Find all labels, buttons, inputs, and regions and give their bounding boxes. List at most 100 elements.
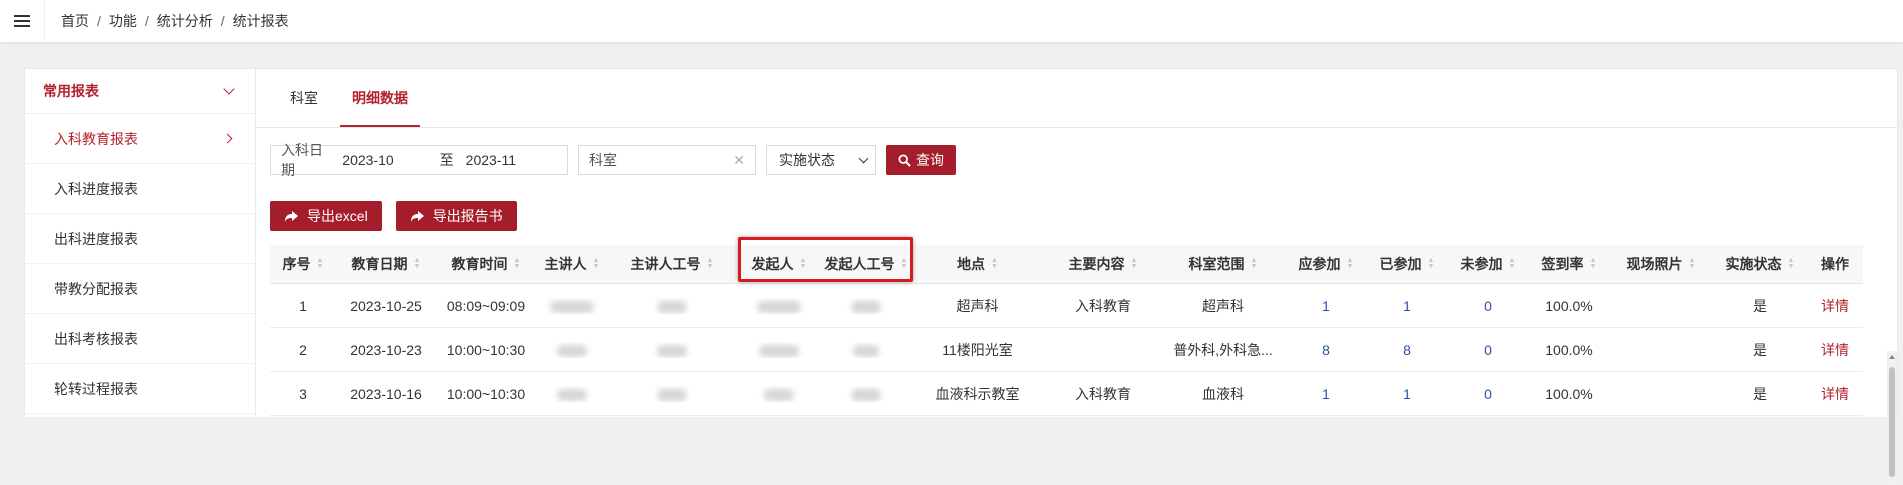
share-arrow-icon bbox=[410, 210, 424, 222]
sidebar-item-exit-progress[interactable]: 出科进度报表 bbox=[25, 214, 255, 264]
cell-date: 2023-10-23 bbox=[350, 341, 422, 358]
sort-icon: ▲ ▼ bbox=[1130, 257, 1138, 270]
cell-time: 10:00~10:30 bbox=[446, 341, 526, 358]
redacted-text bbox=[657, 344, 687, 357]
column-header-absent[interactable]: 未参加 ▲ ▼ bbox=[1447, 254, 1529, 274]
column-header-scope[interactable]: 科室范围 ▲ ▼ bbox=[1161, 254, 1285, 274]
redacted-text bbox=[853, 344, 879, 357]
date-to-value[interactable]: 2023-11 bbox=[466, 152, 557, 168]
cell-absent-link[interactable]: 0 bbox=[1447, 342, 1529, 358]
sort-icon: ▲ ▼ bbox=[316, 257, 324, 270]
date-to-separator: 至 bbox=[439, 152, 454, 168]
scroll-up-icon[interactable] bbox=[1889, 355, 1895, 359]
export-excel-button[interactable]: 导出excel bbox=[270, 201, 382, 231]
redacted-text bbox=[550, 300, 594, 313]
column-header-location[interactable]: 地点 ▲ ▼ bbox=[910, 254, 1045, 274]
status-select[interactable]: 实施状态 bbox=[766, 145, 876, 175]
column-header-date[interactable]: 教育日期 ▲ ▼ bbox=[336, 254, 436, 274]
table-row: 1 2023-10-25 08:09~09:09 超声科 入科教育 超声科 1 … bbox=[270, 284, 1863, 328]
redacted-text bbox=[759, 344, 799, 357]
cell-lecturer-id-redacted bbox=[608, 342, 736, 358]
cell-status: 是 bbox=[1753, 385, 1767, 402]
column-header-should-attend[interactable]: 应参加 ▲ ▼ bbox=[1285, 254, 1367, 274]
column-header-action: 操作 bbox=[1821, 256, 1849, 272]
action-bar: 导出excel 导出报告书 bbox=[270, 201, 531, 231]
cell-lecturer-id-redacted bbox=[608, 386, 736, 402]
detail-link[interactable]: 详情 bbox=[1807, 296, 1863, 316]
cell-should-attend-link[interactable]: 1 bbox=[1285, 386, 1367, 402]
tab-department[interactable]: 科室 bbox=[278, 69, 330, 127]
export-report-button[interactable]: 导出报告书 bbox=[395, 201, 517, 231]
chevron-down-icon bbox=[223, 83, 235, 95]
cell-status: 是 bbox=[1753, 341, 1767, 358]
table-scrollbar[interactable] bbox=[1887, 351, 1897, 485]
status-select-value: 实施状态 bbox=[779, 152, 835, 168]
sidebar-item-label: 带教分配报表 bbox=[54, 280, 138, 297]
column-header-initiator[interactable]: 发起人 ▲ ▼ bbox=[736, 254, 822, 274]
sort-icon: ▲ ▼ bbox=[1427, 257, 1435, 270]
menu-toggle-button[interactable] bbox=[0, 0, 45, 42]
table-row: 3 2023-10-16 10:00~10:30 血液科示教室 入科教育 血液科… bbox=[270, 372, 1863, 416]
column-header-photo[interactable]: 现场照片 ▲ ▼ bbox=[1609, 254, 1713, 274]
detail-link[interactable]: 详情 bbox=[1807, 384, 1863, 404]
scrollbar-thumb[interactable] bbox=[1889, 367, 1895, 477]
cell-should-attend-link[interactable]: 8 bbox=[1285, 342, 1367, 358]
clear-icon[interactable]: ✕ bbox=[733, 152, 745, 169]
redacted-text bbox=[851, 300, 881, 313]
column-header-status[interactable]: 实施状态 ▲ ▼ bbox=[1713, 254, 1807, 274]
column-header-content[interactable]: 主要内容 ▲ ▼ bbox=[1045, 254, 1161, 274]
sidebar-item-label: 入科进度报表 bbox=[54, 180, 138, 197]
sort-icon: ▲ ▼ bbox=[592, 257, 600, 270]
cell-absent-link[interactable]: 0 bbox=[1447, 298, 1529, 314]
cell-sign-rate: 100.0% bbox=[1545, 297, 1593, 314]
column-header-initiator-id[interactable]: 发起人工号 ▲ ▼ bbox=[822, 254, 910, 274]
breadcrumb-separator: / bbox=[97, 13, 101, 29]
column-header-attended[interactable]: 已参加 ▲ ▼ bbox=[1367, 254, 1447, 274]
sort-icon: ▲ ▼ bbox=[1589, 257, 1597, 270]
tab-bar: 科室 明细数据 bbox=[256, 69, 1897, 128]
sort-icon: ▲ ▼ bbox=[1250, 257, 1258, 270]
sidebar-item-entry-education[interactable]: 入科教育报表 bbox=[25, 114, 255, 164]
breadcrumb-statistics[interactable]: 统计分析 bbox=[157, 11, 213, 31]
cell-attended-link[interactable]: 8 bbox=[1367, 342, 1447, 358]
detail-link[interactable]: 详情 bbox=[1807, 340, 1863, 360]
cell-attended-link[interactable]: 1 bbox=[1367, 386, 1447, 402]
cell-initiator-id-redacted bbox=[822, 342, 910, 358]
sort-icon: ▲ ▼ bbox=[1787, 257, 1795, 270]
query-button[interactable]: 查询 bbox=[886, 145, 956, 175]
redacted-text bbox=[557, 388, 587, 401]
cell-should-attend-link[interactable]: 1 bbox=[1285, 298, 1367, 314]
tab-detail-data[interactable]: 明细数据 bbox=[340, 69, 420, 127]
department-input[interactable]: 科室 ✕ bbox=[578, 145, 756, 175]
sidebar-item-label: 出科考核报表 bbox=[54, 330, 138, 347]
column-header-lecturer[interactable]: 主讲人 ▲ ▼ bbox=[536, 254, 608, 274]
sort-icon: ▲ ▼ bbox=[900, 257, 908, 270]
department-placeholder: 科室 bbox=[589, 152, 617, 168]
cell-content: 入科教育 bbox=[1075, 297, 1131, 314]
sidebar-item-rotation-process[interactable]: 轮转过程报表 bbox=[25, 364, 255, 414]
column-header-lecturer-id[interactable]: 主讲人工号 ▲ ▼ bbox=[608, 254, 736, 274]
sidebar-group-common-reports[interactable]: 常用报表 bbox=[25, 69, 255, 114]
breadcrumb-separator: / bbox=[220, 13, 225, 29]
sort-icon: ▲ ▼ bbox=[1508, 257, 1516, 270]
column-header-sign-rate[interactable]: 签到率 ▲ ▼ bbox=[1529, 254, 1609, 274]
cell-time: 08:09~09:09 bbox=[446, 297, 526, 314]
date-from-value[interactable]: 2023-10 bbox=[342, 152, 433, 168]
detail-table: 序号 ▲ ▼ 教育日期 ▲ ▼ 教育时间 ▲ ▼ 主讲人 ▲ ▼ 主讲人工号 ▲ ▼ 发起人 ▲ ▼ 发… bbox=[270, 245, 1863, 416]
cell-lecturer-id-redacted bbox=[608, 298, 736, 314]
date-range-input[interactable]: 入科日期 2023-10 至 2023-11 bbox=[270, 142, 568, 178]
cell-scope: 普外科,外科急... bbox=[1173, 341, 1273, 358]
sidebar-item-entry-progress[interactable]: 入科进度报表 bbox=[25, 164, 255, 214]
column-header-no[interactable]: 序号 ▲ ▼ bbox=[270, 254, 336, 274]
main-panel: 科室 明细数据 入科日期 2023-10 至 2023-11 科室 ✕ 实施状态… bbox=[255, 68, 1898, 485]
cell-status: 是 bbox=[1753, 297, 1767, 314]
sidebar-item-teaching-assignment[interactable]: 带教分配报表 bbox=[25, 264, 255, 314]
cell-no: 3 bbox=[299, 385, 307, 402]
breadcrumb-home[interactable]: 首页 bbox=[61, 11, 89, 31]
cell-attended-link[interactable]: 1 bbox=[1367, 298, 1447, 314]
search-icon bbox=[898, 153, 911, 167]
breadcrumb-function[interactable]: 功能 bbox=[109, 11, 137, 31]
column-header-time[interactable]: 教育时间 ▲ ▼ bbox=[436, 254, 536, 274]
sidebar-item-exit-exam[interactable]: 出科考核报表 bbox=[25, 314, 255, 364]
cell-absent-link[interactable]: 0 bbox=[1447, 386, 1529, 402]
